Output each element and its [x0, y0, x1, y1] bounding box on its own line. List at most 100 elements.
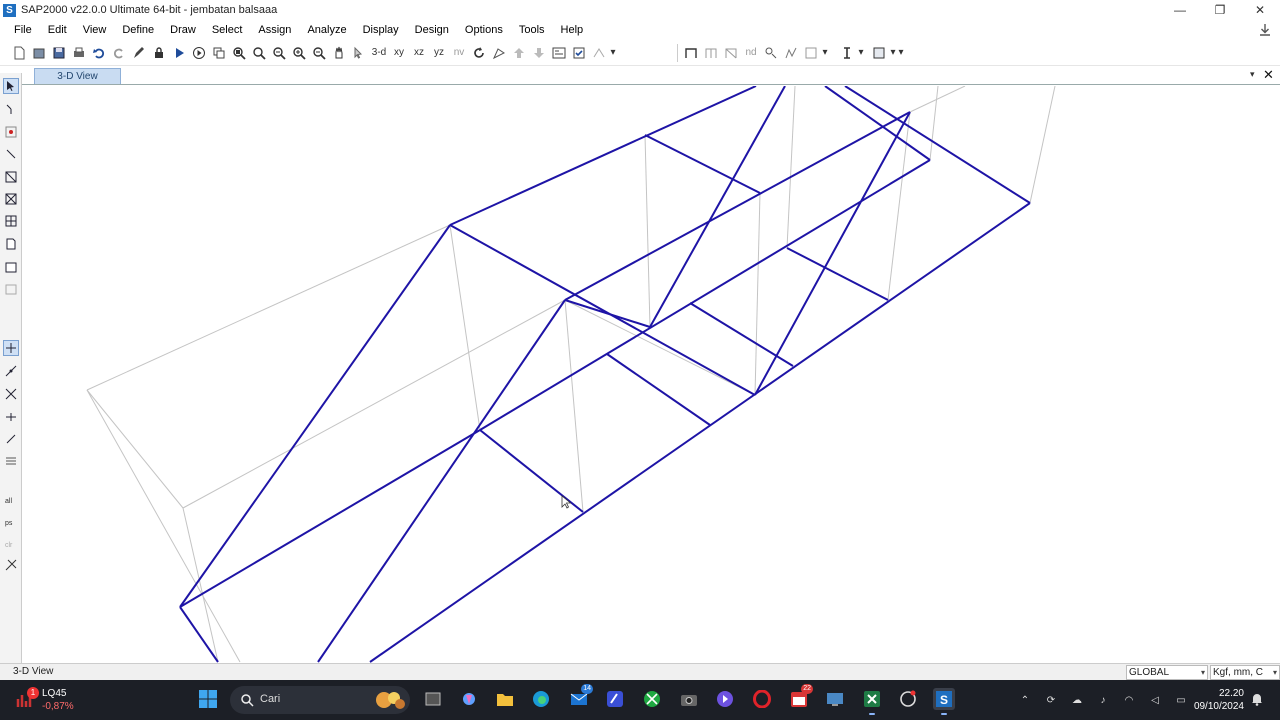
section-cut-icon[interactable]	[837, 43, 857, 63]
snap-grid-icon[interactable]	[3, 453, 19, 469]
draw-frame-icon[interactable]	[681, 43, 701, 63]
task-view-icon[interactable]	[422, 688, 444, 710]
view-nv-button[interactable]: nv	[449, 43, 469, 63]
draw-bracing-icon[interactable]	[721, 43, 741, 63]
redo-icon[interactable]	[109, 43, 129, 63]
calendar-icon[interactable]: 22	[788, 684, 813, 710]
view-xy-button[interactable]: xy	[389, 43, 409, 63]
notification-bell-icon[interactable]	[1250, 692, 1264, 706]
quick-draw-brace-icon[interactable]	[3, 191, 19, 207]
menu-view[interactable]: View	[75, 20, 115, 41]
draw-solid-icon[interactable]	[3, 281, 19, 297]
draw-rect-area-icon[interactable]	[3, 259, 19, 275]
excel-icon[interactable]	[861, 688, 883, 715]
camera-icon[interactable]	[678, 688, 700, 710]
save-icon[interactable]	[49, 43, 69, 63]
perspective-icon[interactable]	[489, 43, 509, 63]
minimize-button[interactable]: —	[1160, 0, 1200, 20]
quick-draw-secondary-icon[interactable]	[3, 213, 19, 229]
pointer-info-icon[interactable]	[349, 43, 369, 63]
draw-frame-line-icon[interactable]	[3, 146, 19, 162]
toolbar-dropdown-arrow[interactable]: ▾	[609, 43, 617, 63]
draw-joint-icon[interactable]	[3, 124, 19, 140]
menu-edit[interactable]: Edit	[40, 20, 75, 41]
toolbar-dropdown-arrow-2[interactable]: ▾	[821, 43, 829, 63]
menu-file[interactable]: File	[0, 20, 40, 41]
edge-browser-icon[interactable]	[530, 688, 552, 710]
view-close-icon[interactable]: ✕	[1263, 68, 1275, 82]
select-all-icon[interactable]: all	[3, 491, 19, 507]
desktop-app-icon[interactable]	[824, 688, 846, 710]
snap-joints-icon[interactable]	[3, 340, 19, 356]
select-options-icon[interactable]	[761, 43, 781, 63]
previous-selection-icon[interactable]: ps	[3, 513, 19, 529]
move-down-icon[interactable]	[529, 43, 549, 63]
powerapps-icon[interactable]	[604, 688, 626, 710]
draw-portal-icon[interactable]	[701, 43, 721, 63]
print-icon[interactable]	[69, 43, 89, 63]
onedrive-cloud-icon[interactable]: ☁	[1068, 692, 1086, 708]
open-icon[interactable]	[29, 43, 49, 63]
menu-display[interactable]: Display	[355, 20, 407, 41]
menu-analyze[interactable]: Analyze	[299, 20, 354, 41]
rotate-view-icon[interactable]	[469, 43, 489, 63]
zoom-full-icon[interactable]	[269, 43, 289, 63]
view-dropdown-icon[interactable]: ▾	[1250, 69, 1260, 81]
clipchamp-icon[interactable]	[714, 688, 736, 710]
microphone-icon[interactable]: ♪	[1094, 692, 1112, 708]
undo-icon[interactable]	[89, 43, 109, 63]
close-button[interactable]: ✕	[1240, 0, 1280, 20]
pointer-select-icon[interactable]	[3, 78, 19, 94]
new-model-icon[interactable]	[9, 43, 29, 63]
show-tables-icon[interactable]	[801, 43, 821, 63]
speaker-icon[interactable]: ◁	[1146, 692, 1164, 708]
deformed-shape-icon[interactable]	[589, 43, 609, 63]
zoom-restore-icon[interactable]	[249, 43, 269, 63]
snap-intersection-icon[interactable]	[3, 386, 19, 402]
set-display-options-icon[interactable]	[549, 43, 569, 63]
stock-widget[interactable]: 1 LQ45 -0,87%	[16, 685, 96, 715]
mail-icon[interactable]: 14	[568, 684, 593, 710]
edit-pencil-icon[interactable]	[129, 43, 149, 63]
view-yz-button[interactable]: yz	[429, 43, 449, 63]
pan-hand-icon[interactable]	[329, 43, 349, 63]
toolbar-dropdown-arrow-5[interactable]: ▾	[897, 43, 905, 63]
intersecting-line-select-icon[interactable]	[3, 557, 19, 573]
restore-button[interactable]: ❐	[1200, 0, 1240, 20]
menu-help[interactable]: Help	[553, 20, 592, 41]
toolbar-dropdown-arrow-4[interactable]: ▾	[889, 43, 897, 63]
reshape-icon[interactable]	[3, 101, 19, 117]
download-icon[interactable]	[1258, 23, 1272, 37]
run-now-icon[interactable]	[189, 43, 209, 63]
opera-icon[interactable]	[751, 688, 773, 710]
chevron-up-icon[interactable]: ⌃	[1016, 692, 1034, 708]
toolbar-dropdown-arrow-3[interactable]: ▾	[857, 43, 865, 63]
copy-view-icon[interactable]	[209, 43, 229, 63]
tab-3d-view[interactable]: 3-D View	[34, 68, 121, 84]
snap-lines-icon[interactable]	[3, 431, 19, 447]
lock-icon[interactable]	[149, 43, 169, 63]
draw-area-icon[interactable]	[3, 236, 19, 252]
quick-draw-frame-icon[interactable]	[3, 169, 19, 185]
clear-selection-icon[interactable]: clr	[3, 535, 19, 551]
menu-draw[interactable]: Draw	[162, 20, 204, 41]
snap-perpendicular-icon[interactable]	[3, 409, 19, 425]
snap-midpoint-icon[interactable]	[3, 363, 19, 379]
menu-define[interactable]: Define	[114, 20, 162, 41]
recorder-icon[interactable]	[897, 688, 919, 710]
taskbar-search-box[interactable]: Cari	[230, 686, 410, 714]
taskbar-clock[interactable]: 22.20 09/10/2024	[1186, 687, 1244, 713]
move-up-icon[interactable]	[509, 43, 529, 63]
sap2000-taskbar-icon[interactable]: S	[933, 688, 955, 715]
toolbar-nd-button[interactable]: nd	[741, 43, 761, 63]
sync-icon[interactable]: ⟳	[1042, 692, 1060, 708]
show-forces-icon[interactable]	[781, 43, 801, 63]
xbox-icon[interactable]	[641, 688, 663, 710]
menu-select[interactable]: Select	[204, 20, 251, 41]
wifi-icon[interactable]: ◠	[1120, 692, 1138, 708]
menu-design[interactable]: Design	[407, 20, 457, 41]
view-xz-button[interactable]: xz	[409, 43, 429, 63]
run-analysis-icon[interactable]	[169, 43, 189, 63]
view-3d-button[interactable]: 3-d	[369, 43, 389, 63]
model-3d-canvas[interactable]	[22, 86, 1280, 663]
